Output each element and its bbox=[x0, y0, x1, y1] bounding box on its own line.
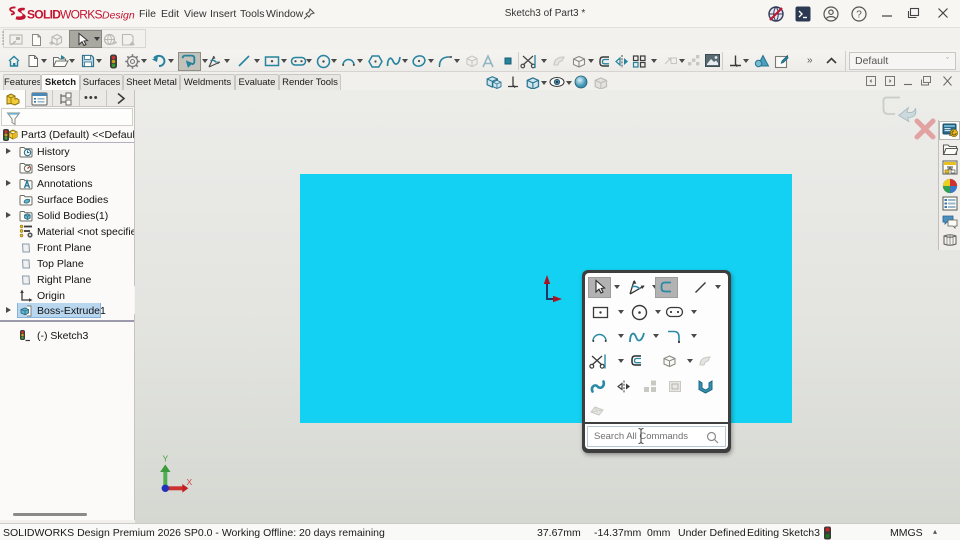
svg-text:?: ? bbox=[856, 10, 862, 21]
svg-text:WORKS: WORKS bbox=[60, 8, 103, 22]
svg-text:Design: Design bbox=[102, 10, 135, 22]
svg-text:X: X bbox=[187, 477, 193, 487]
svg-text:SOLID: SOLID bbox=[27, 8, 61, 22]
svg-text:Y: Y bbox=[163, 454, 169, 464]
